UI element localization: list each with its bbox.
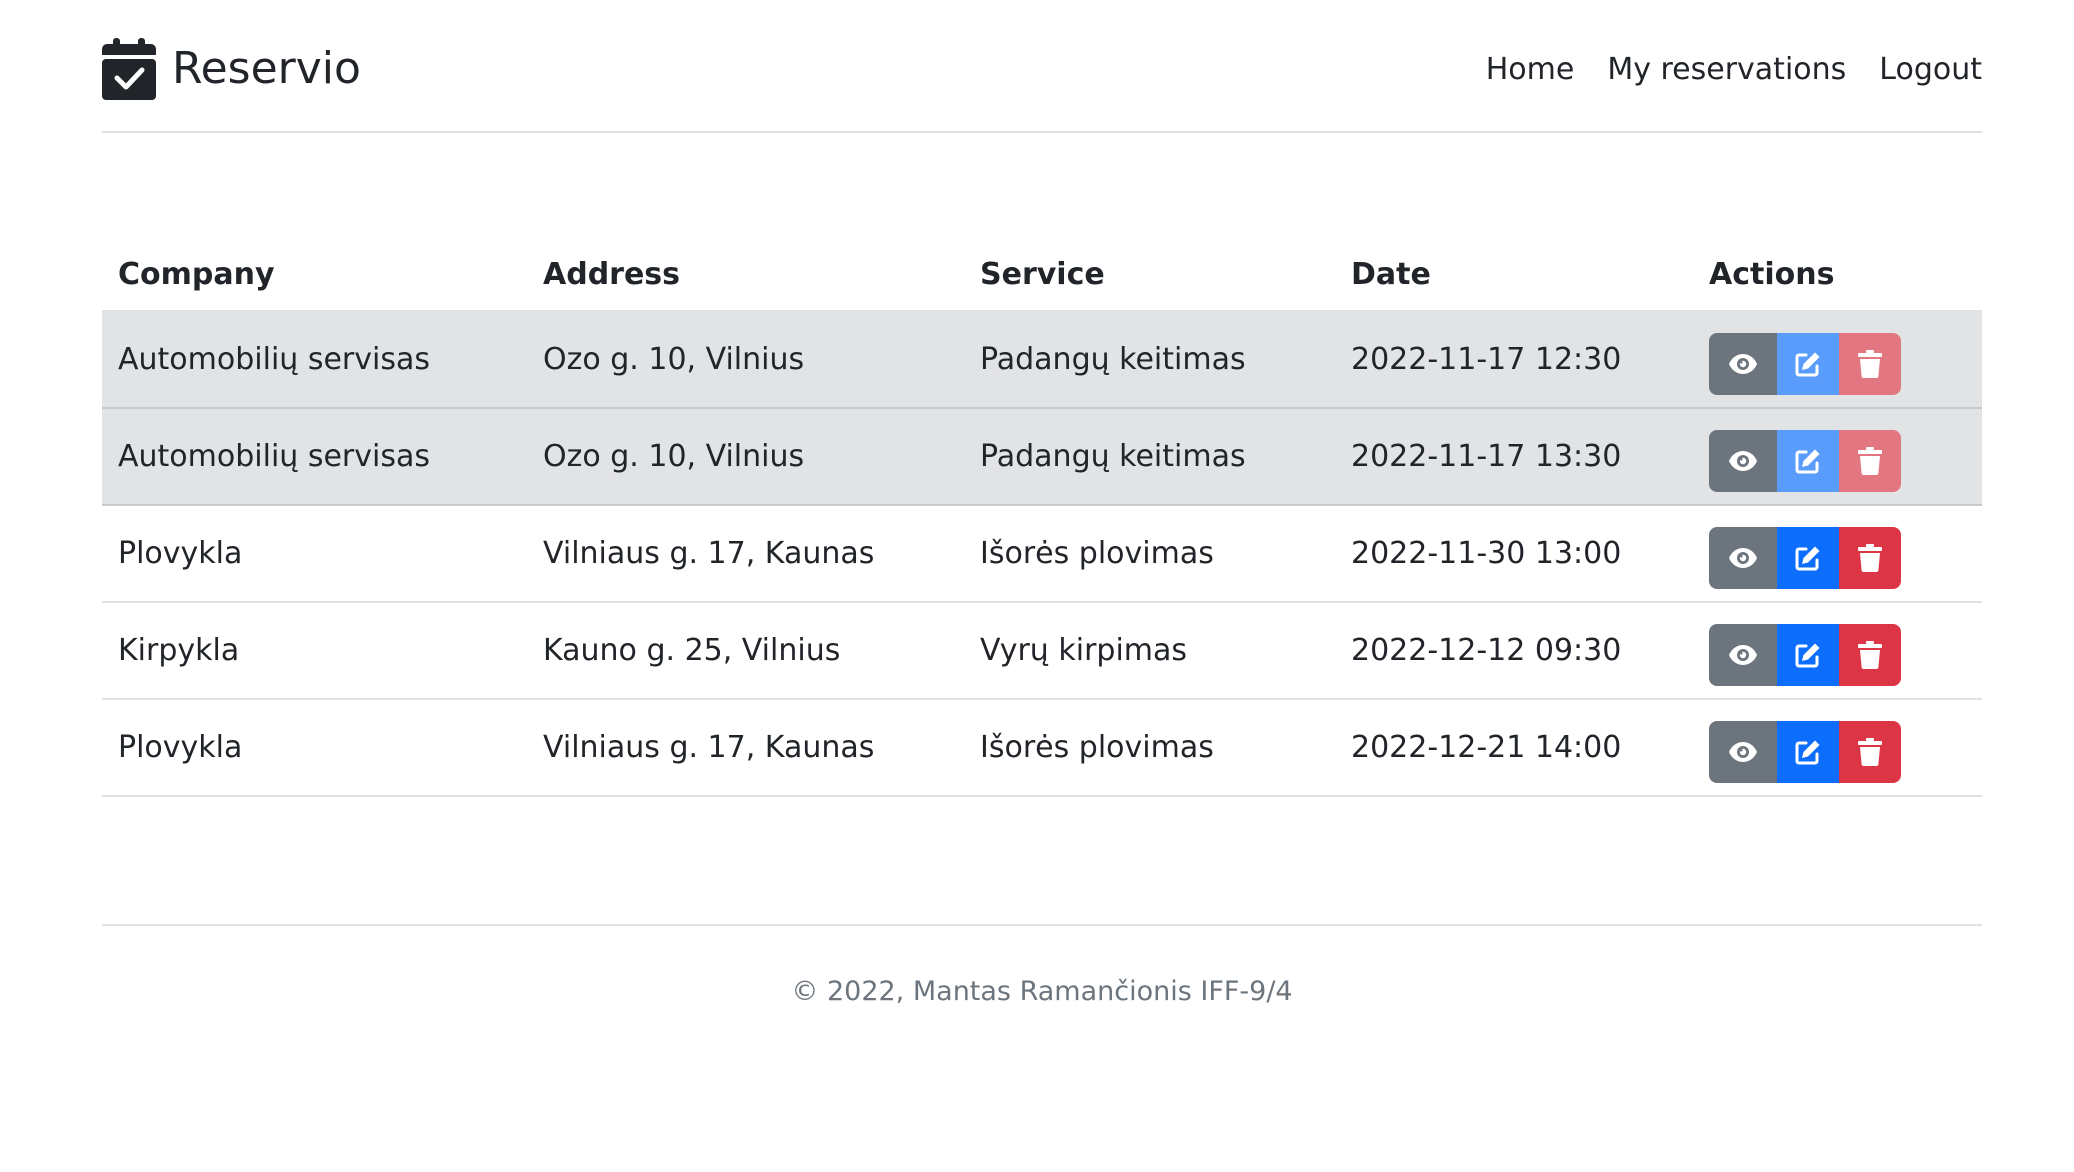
delete-button[interactable] [1839, 623, 1901, 686]
cell-date: 2022-11-30 13:00 [1335, 505, 1693, 603]
column-header-address: Address [527, 238, 964, 312]
delete-button[interactable] [1839, 526, 1901, 589]
cell-date: 2022-12-21 14:00 [1335, 699, 1693, 797]
cell-address: Vilniaus g. 17, Kaunas [527, 505, 964, 603]
edit-button[interactable] [1777, 526, 1839, 589]
cell-actions [1693, 602, 1982, 700]
edit-icon [1794, 641, 1822, 669]
table-row: Plovykla Vilniaus g. 17, Kaunas Išorės plo… [102, 699, 1982, 797]
delete-button[interactable] [1839, 332, 1901, 395]
brand-link[interactable]: Reservio [102, 38, 361, 100]
cell-company: Automobilių servisas [102, 311, 527, 409]
cell-address: Vilniaus g. 17, Kaunas [527, 699, 964, 797]
reservations-table-wrap: Company Address Service Date Actions Aut… [102, 238, 1982, 797]
trash-icon [1858, 737, 1882, 766]
nav-logout[interactable]: Logout [1879, 49, 1982, 91]
edit-icon [1794, 544, 1822, 572]
calendar-check-icon [102, 38, 156, 100]
site-header: Reservio Home My reservations Logout [102, 0, 1982, 133]
nav-home[interactable]: Home [1486, 49, 1575, 91]
table-body: Automobilių servisas Ozo g. 10, Vilnius Pa… [102, 311, 1982, 797]
trash-icon [1858, 446, 1882, 475]
trash-icon [1858, 349, 1882, 378]
cell-date: 2022-11-17 12:30 [1335, 311, 1693, 409]
footer-copyright: © 2022, Mantas Ramančionis IFF-9/4 [791, 976, 1293, 1007]
column-header-service: Service [964, 238, 1335, 312]
edit-button[interactable] [1777, 623, 1839, 686]
action-button-group [1709, 332, 1901, 395]
site-footer: © 2022, Mantas Ramančionis IFF-9/4 [102, 924, 1982, 1007]
table-header-row: Company Address Service Date Actions [102, 238, 1982, 312]
view-button[interactable] [1709, 623, 1777, 686]
cell-actions [1693, 699, 1982, 797]
action-button-group [1709, 623, 1901, 686]
view-button[interactable] [1709, 332, 1777, 395]
eye-icon [1728, 644, 1758, 666]
eye-icon [1728, 353, 1758, 375]
edit-button[interactable] [1777, 429, 1839, 492]
cell-actions [1693, 408, 1982, 506]
cell-company: Plovykla [102, 505, 527, 603]
reservations-table: Company Address Service Date Actions Aut… [102, 238, 1982, 797]
edit-icon [1794, 447, 1822, 475]
edit-button[interactable] [1777, 332, 1839, 395]
action-button-group [1709, 720, 1901, 783]
delete-button[interactable] [1839, 720, 1901, 783]
cell-actions [1693, 311, 1982, 409]
cell-service: Padangų keitimas [964, 408, 1335, 506]
column-header-actions: Actions [1693, 238, 1982, 312]
nav-my-reservations[interactable]: My reservations [1607, 49, 1846, 91]
view-button[interactable] [1709, 526, 1777, 589]
delete-button[interactable] [1839, 429, 1901, 492]
cell-service: Išorės plovimas [964, 699, 1335, 797]
view-button[interactable] [1709, 429, 1777, 492]
edit-icon [1794, 350, 1822, 378]
action-button-group [1709, 429, 1901, 492]
trash-icon [1858, 543, 1882, 572]
trash-icon [1858, 640, 1882, 669]
page-container: Reservio Home My reservations Logout Com… [102, 0, 1982, 1007]
cell-company: Plovykla [102, 699, 527, 797]
eye-icon [1728, 450, 1758, 472]
cell-date: 2022-11-17 13:30 [1335, 408, 1693, 506]
table-row: Kirpykla Kauno g. 25, Vilnius Vyrų kirpima… [102, 602, 1982, 700]
main-nav: Home My reservations Logout [1486, 49, 1982, 91]
eye-icon [1728, 741, 1758, 763]
eye-icon [1728, 547, 1758, 569]
table-row: Plovykla Vilniaus g. 17, Kaunas Išorės plo… [102, 505, 1982, 603]
edit-icon [1794, 738, 1822, 766]
cell-date: 2022-12-12 09:30 [1335, 602, 1693, 700]
cell-address: Kauno g. 25, Vilnius [527, 602, 964, 700]
cell-service: Išorės plovimas [964, 505, 1335, 603]
cell-address: Ozo g. 10, Vilnius [527, 311, 964, 409]
cell-service: Vyrų kirpimas [964, 602, 1335, 700]
column-header-date: Date [1335, 238, 1693, 312]
cell-service: Padangų keitimas [964, 311, 1335, 409]
table-row: Automobilių servisas Ozo g. 10, Vilnius Pa… [102, 408, 1982, 506]
cell-company: Kirpykla [102, 602, 527, 700]
cell-actions [1693, 505, 1982, 603]
edit-button[interactable] [1777, 720, 1839, 783]
table-row: Automobilių servisas Ozo g. 10, Vilnius Pa… [102, 311, 1982, 409]
column-header-company: Company [102, 238, 527, 312]
brand-name: Reservio [172, 43, 361, 94]
cell-company: Automobilių servisas [102, 408, 527, 506]
view-button[interactable] [1709, 720, 1777, 783]
cell-address: Ozo g. 10, Vilnius [527, 408, 964, 506]
action-button-group [1709, 526, 1901, 589]
